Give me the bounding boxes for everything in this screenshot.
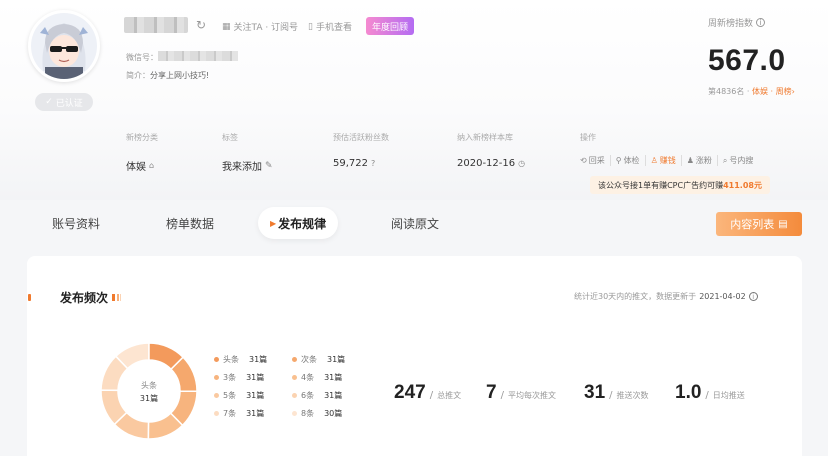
verified-icon: ✓ [45, 97, 53, 107]
section-marker [28, 294, 31, 301]
verified-badge: ✓ 已认证 [35, 93, 93, 111]
clock-icon: ◷ [518, 159, 526, 168]
legend-dot [292, 411, 297, 416]
section-title: 发布频次 [60, 289, 122, 306]
legend-item: 8条 30篇 [292, 408, 370, 419]
legend-label: 6条 [301, 391, 315, 400]
legend-dot [214, 393, 219, 398]
legend-item: 6条 31篇 [292, 390, 370, 401]
legend-item: 4条 31篇 [292, 372, 370, 383]
legend-count: 31篇 [249, 355, 268, 364]
sample-column: 纳入新榜样本库 2020-12-16 ◷ [457, 133, 526, 169]
legend-item: 次条 31篇 [292, 354, 370, 365]
tab-account-info[interactable]: 账号资料 [52, 207, 100, 239]
avatar-image [31, 13, 97, 79]
op-checkup[interactable]: ⚲ 体检 [611, 155, 646, 166]
add-tag-link[interactable]: 我来添加 ✎ [222, 158, 273, 174]
lock-icon: ⌂ [149, 161, 155, 170]
wechat-id-label: 微信号： [126, 53, 158, 62]
legend-label: 3条 [223, 373, 237, 382]
op-earn[interactable]: ♙ 赚钱 [646, 155, 682, 166]
op-search[interactable]: ⌕ 号内搜 [718, 155, 753, 166]
legend-label: 5条 [223, 391, 237, 400]
tab-rank-data[interactable]: 榜单数据 [166, 207, 214, 239]
kpi-daily-push: 1.0/日均推送 [675, 382, 745, 403]
kpi-avg-per-push: 7/平均每次推文 [486, 382, 556, 403]
rank-label: 周新榜指数 i [708, 16, 766, 29]
op-grow-fans[interactable]: ♟ 涨粉 [682, 155, 718, 166]
legend-label: 8条 [301, 409, 315, 418]
op-collect[interactable]: ⟲ 回采 [580, 155, 611, 166]
legend-dot [292, 375, 297, 380]
tab-bar: 账号资料 榜单数据 ▶ 发布规律 阅读原文 [0, 205, 828, 245]
legend-count: 31篇 [246, 373, 265, 382]
follow-link[interactable]: ▦ 关注TA · 订阅号 [222, 20, 298, 34]
legend-item: 7条 31篇 [214, 408, 292, 419]
legend-dot [214, 375, 219, 380]
legend-count: 31篇 [324, 373, 343, 382]
avatar[interactable] [28, 10, 100, 82]
info-icon[interactable]: i [748, 292, 758, 301]
verified-label: 已认证 [55, 98, 83, 109]
help-icon[interactable]: ? [371, 159, 375, 168]
donut-center-label: 头条 [141, 380, 157, 390]
legend-label: 次条 [301, 355, 317, 364]
frequency-donut-chart: 头条 31篇 [100, 342, 198, 440]
mobile-view-link[interactable]: ▯ 手机查看 [308, 20, 352, 34]
info-icon[interactable]: i [756, 18, 766, 27]
tab-publish-pattern[interactable]: ▶ 发布规律 [258, 207, 339, 239]
intro-value: 分享上网小技巧! [150, 71, 210, 80]
legend-dot [214, 411, 219, 416]
account-name-masked [124, 17, 188, 33]
legend-dot [292, 393, 297, 398]
cpc-earning-tip[interactable]: 该公众号接1单有赚CPC广告约可赚 411.08元 [590, 176, 770, 194]
kpi-push-count: 31/推送次数 [584, 382, 649, 403]
money-icon: ♙ [650, 156, 658, 165]
legend-count: 31篇 [246, 391, 265, 400]
rank-value: 567.0 [708, 44, 786, 77]
checkup-icon: ⚲ [615, 156, 622, 165]
donut-legend: 头条 31篇 次条 31篇 3条 31篇 4条 31篇 5条 31篇 6条 31篇 7条 31篇 8条 30篇 [214, 354, 370, 419]
name-refresh-icon[interactable]: ↻ [196, 18, 210, 32]
phone-icon: ▯ [308, 21, 313, 32]
intro-line: 简介：分享上网小技巧! [126, 71, 210, 80]
rank-position[interactable]: 第4836名 · 体娱 · 周榜› [708, 86, 795, 97]
legend-label: 4条 [301, 373, 315, 382]
donut-center-value: 31篇 [140, 393, 158, 403]
search-icon: ⌕ [722, 155, 728, 165]
legend-count: 31篇 [324, 391, 343, 400]
refresh-icon: ⟲ [580, 156, 587, 165]
legend-dot [214, 357, 219, 362]
legend-label: 头条 [223, 355, 239, 364]
ops-column: 操作 [580, 133, 596, 142]
legend-count: 31篇 [327, 355, 346, 364]
legend-label: 7条 [223, 409, 237, 418]
list-icon: ▤ [778, 218, 788, 230]
wechat-id-masked [158, 51, 238, 61]
fans-column: 预估活跃粉丝数 59,722? [333, 133, 389, 169]
user-plus-icon: ♟ [686, 156, 694, 165]
operations-bar: ⟲ 回采 ⚲ 体检 ♙ 赚钱 ♟ 涨粉 ⌕ 号内搜 [580, 155, 753, 166]
edit-icon: ✎ [265, 160, 273, 171]
content-list-button[interactable]: 内容列表 ▤ [716, 212, 802, 236]
tag-column: 标签 我来添加 ✎ [222, 133, 273, 174]
legend-item: 头条 31篇 [214, 354, 292, 365]
legend-count: 30篇 [324, 409, 343, 418]
stat-note: 统计近30天内的推文，数据更新于 2021-04-02 i [574, 291, 758, 302]
year-review-badge[interactable]: 年度回顾 [366, 17, 414, 35]
qrcode-icon: ▦ [222, 21, 231, 32]
legend-item: 3条 31篇 [214, 372, 292, 383]
legend-count: 31篇 [246, 409, 265, 418]
kpi-total-posts: 247/总推文 [394, 382, 462, 403]
tab-read-original[interactable]: 阅读原文 [391, 207, 439, 239]
legend-item: 5条 31篇 [214, 390, 292, 401]
active-marker-icon: ▶ [270, 218, 277, 228]
title-decoration [112, 294, 122, 301]
legend-dot [292, 357, 297, 362]
category-column: 新榜分类 体娱 ⌂ [126, 133, 158, 173]
